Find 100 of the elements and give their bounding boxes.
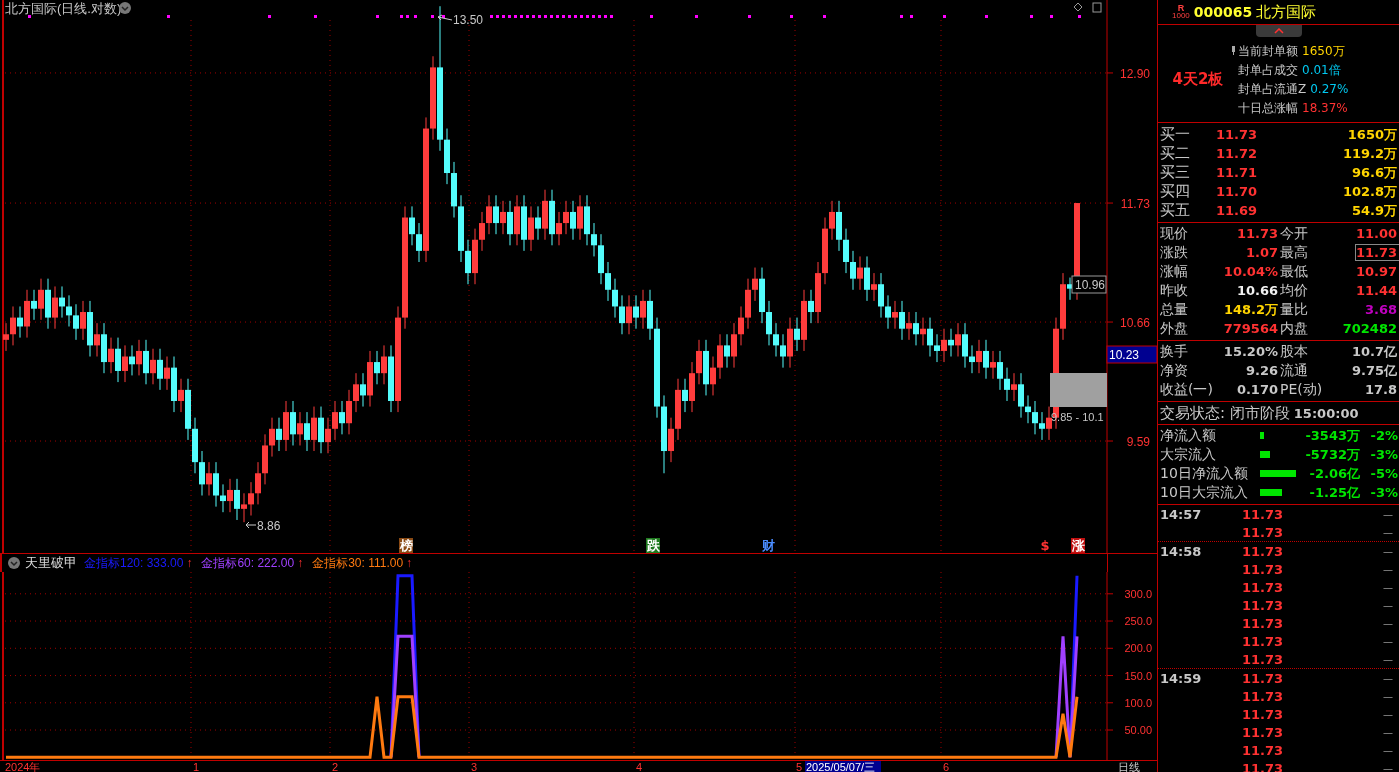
info-label: 十日总涨幅 [1238,99,1298,117]
bid-volume: 1650万 [1346,125,1398,144]
tick-price: 11.73 [1242,688,1285,704]
bid-volume: 102.8万 [1341,182,1398,201]
tick-price: 11.73 [1242,724,1285,740]
stat-value: 10.97 [1355,264,1398,279]
stat-label: 最低 [1280,262,1309,281]
stat-value: 0.170 [1236,382,1279,397]
tick-time: 14:59 [1160,671,1202,686]
stat-label: 股本 [1280,342,1309,361]
event-badge[interactable]: 跌 [646,538,660,553]
tick-price: 11.73 [1242,543,1285,559]
time-axis-label: 1 [193,761,200,772]
chart-title: 北方国际(日线.对数) [5,1,122,16]
diamond-icon[interactable] [1073,2,1083,12]
flow-bar [1260,432,1264,439]
stat-value: 10.66 [1236,283,1279,298]
stat-label: 收益(一) [1160,380,1214,399]
stat-value: 10.7亿 [1351,342,1398,361]
indicator-axis-label: 300.0 [1124,587,1152,600]
stat-label: 内盘 [1280,319,1309,338]
stat-value: 779564 [1223,321,1279,336]
indicator-legend: 金指标60: 222.00 [201,554,295,572]
tick-time: 14:58 [1160,544,1202,559]
bid-label: 买四 [1159,182,1191,201]
bid-label: 买三 [1159,163,1191,182]
event-label[interactable]: 财 [761,538,775,553]
window-icon[interactable] [1092,2,1102,13]
bid-price: 11.69 [1216,203,1258,218]
up-arrow: ↑ [297,556,304,570]
stat-label: 今开 [1280,224,1309,243]
indicator-axis-label: 200.0 [1124,642,1152,655]
high-price-label: 13.50 [453,13,484,27]
time-axis-label: 6 [943,761,950,772]
flow-amount: -3543万 [1304,426,1360,445]
collapse-button[interactable] [1255,25,1302,37]
stat-label: 外盘 [1160,319,1189,338]
price-axis-label: 12.90 [1119,66,1150,81]
current-price-tag: 10.23 [1106,345,1157,364]
stock-name: 北方国际 [1256,2,1317,22]
bid-label: 买五 [1159,201,1191,220]
stat-value: 11.44 [1355,283,1398,298]
stat-value: 17.8 [1364,382,1398,397]
stat-label: 总量 [1160,300,1189,319]
indicator-axis-label: 250.0 [1124,615,1152,628]
info-label: 封单占流通Z [1238,80,1307,98]
flow-amount: -2.06亿 [1308,464,1360,483]
stat-value: 11.73 [1355,245,1399,260]
tick-price: 11.73 [1242,561,1285,577]
tick-price: 11.73 [1242,742,1285,758]
flow-label: 大宗流入 [1160,445,1217,464]
market-label: R 1000 [1172,4,1190,20]
bid-label: 买一 [1159,125,1191,144]
stat-label: 流通 [1280,361,1309,380]
event-label[interactable]: $ [1040,538,1050,553]
stat-value: 702482 [1342,321,1398,336]
tick-mark: — [1382,526,1394,538]
bid-volume: 96.6万 [1350,163,1398,182]
price-range-box [1050,373,1107,407]
stat-value: 15.20% [1223,344,1279,359]
stat-label: 现价 [1160,224,1189,243]
dropdown-icon[interactable] [8,557,20,569]
event-badge[interactable]: 榜 [399,538,413,553]
status-time: 15:00:00 [1293,405,1359,421]
chevron-up-icon [1273,28,1284,34]
tick-mark: — [1382,563,1394,575]
time-axis-label: 3 [471,761,478,772]
stat-label: 昨收 [1160,281,1189,300]
up-arrow: ↑ [406,556,413,570]
stat-value: 148.2万 [1223,300,1279,319]
dropdown-icon[interactable] [119,2,131,14]
stat-value: 3.68 [1364,302,1398,317]
pin-icon [1232,45,1235,55]
tick-price: 11.73 [1242,633,1285,649]
tick-mark: — [1382,762,1394,772]
tick-mark: — [1382,690,1394,702]
stat-value: 1.07 [1245,245,1279,260]
tick-price: 11.73 [1242,506,1285,522]
limit-streak: 4天2板 [1171,70,1225,89]
tick-price: 11.73 [1242,597,1285,613]
tick-price: 11.73 [1242,760,1285,772]
stat-value: 11.00 [1355,226,1398,241]
stat-value: 9.26 [1245,363,1279,378]
tick-mark: — [1382,545,1394,557]
bid-volume: 119.2万 [1341,144,1398,163]
stat-label: 涨幅 [1160,262,1189,281]
tick-price: 11.73 [1242,651,1285,667]
tick-price: 11.73 [1242,579,1285,595]
flow-percent: -3% [1369,485,1399,500]
bid-price: 11.71 [1216,165,1258,180]
stat-value: 11.73 [1236,226,1279,241]
tick-mark: — [1382,581,1394,593]
event-badge[interactable]: 涨 [1071,538,1085,553]
flow-percent: -2% [1369,428,1399,443]
info-label: 当前封单额 [1238,42,1298,60]
tick-mark: — [1382,708,1394,720]
tick-mark: — [1382,653,1394,665]
stat-label: 涨跌 [1160,243,1189,262]
tick-price: 11.73 [1242,670,1285,686]
tick-mark: — [1382,508,1394,520]
